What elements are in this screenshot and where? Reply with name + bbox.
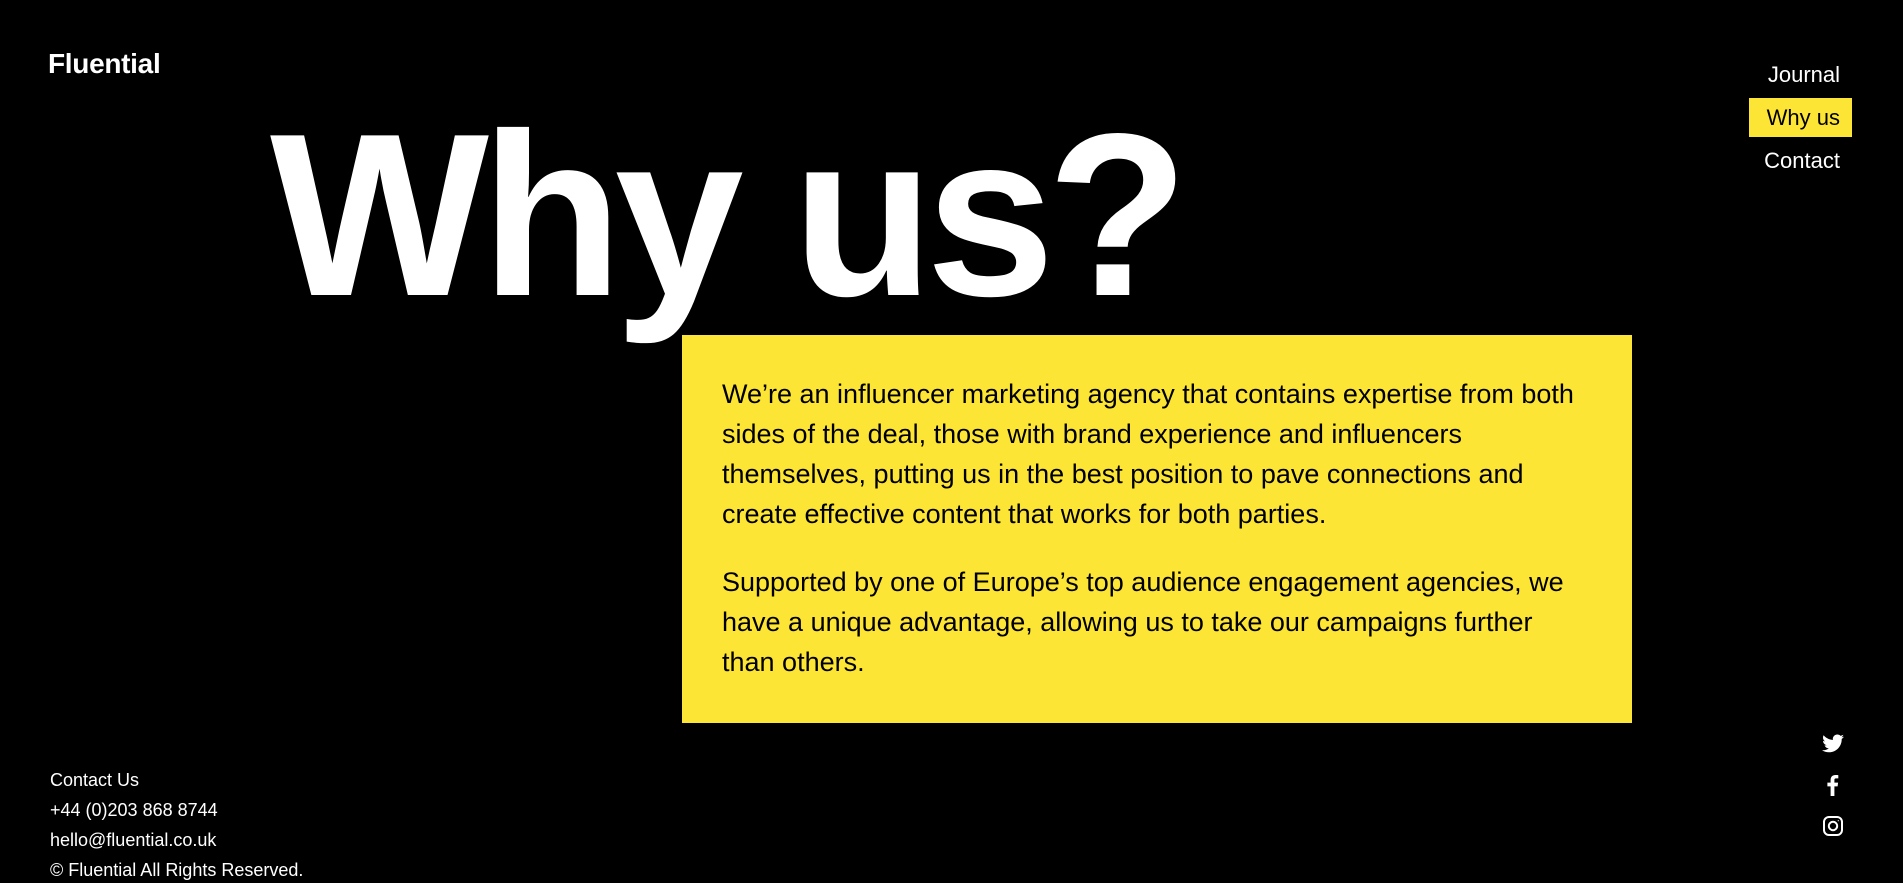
- nav-item-journal[interactable]: Journal: [1750, 55, 1852, 94]
- nav-item-contact[interactable]: Contact: [1746, 141, 1852, 180]
- social-links: [1821, 732, 1845, 855]
- facebook-icon[interactable]: [1821, 773, 1845, 797]
- logo[interactable]: Fluential: [48, 48, 161, 80]
- footer-email[interactable]: hello@fluential.co.uk: [50, 825, 303, 855]
- intro-panel: We’re an influencer marketing agency tha…: [682, 335, 1632, 723]
- instagram-icon[interactable]: [1821, 814, 1845, 838]
- footer-phone[interactable]: +44 (0)203 868 8744: [50, 795, 303, 825]
- nav-item-why-us[interactable]: Why us: [1748, 98, 1852, 137]
- main-nav: Journal Why us Contact: [1746, 55, 1852, 184]
- twitter-icon[interactable]: [1821, 732, 1845, 756]
- intro-paragraph: We’re an influencer marketing agency tha…: [722, 379, 1574, 529]
- page: Fluential Journal Why us Contact Why us?…: [0, 0, 1903, 883]
- footer-contact-heading: Contact Us: [50, 770, 140, 790]
- footer-copyright: © Fluential All Rights Reserved.: [50, 860, 304, 880]
- support-paragraph: Supported by one of Europe’s top audienc…: [722, 567, 1564, 677]
- footer-contact: Contact Us +44 (0)203 868 8744 hello@flu…: [50, 765, 303, 883]
- page-title: Why us?: [270, 86, 1189, 345]
